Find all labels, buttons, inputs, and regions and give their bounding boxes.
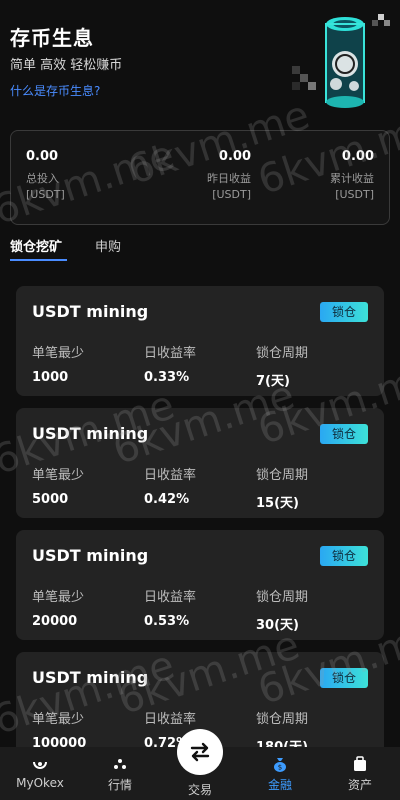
min-amount-label: 单笔最少 — [32, 590, 85, 605]
cumulative-earnings-label: 累计收益 — [330, 172, 374, 185]
lock-period-label: 锁仓周期 — [256, 712, 309, 727]
lock-badge[interactable]: 锁仓 — [320, 302, 368, 322]
total-investment-stat: 0.00 总投入 [USDT] — [26, 149, 65, 201]
product-card[interactable]: USDT mining 锁仓 单笔最少 1000 日收益率 0.33% 锁仓周期… — [16, 286, 384, 396]
product-card[interactable]: USDT mining 锁仓 单笔最少 20000 日收益率 0.53% 锁仓周… — [16, 530, 384, 640]
daily-rate-value: 0.33% — [144, 370, 190, 385]
svg-text:$: $ — [278, 764, 282, 772]
yesterday-earnings-label: 昨日收益 — [207, 172, 251, 185]
nav-label: 行情 — [107, 778, 132, 792]
total-investment-label: 总投入 — [26, 172, 59, 185]
nav-label: 金融 — [267, 778, 292, 792]
lock-period-label: 锁仓周期 — [256, 346, 309, 361]
nav-item-myokex[interactable]: MyOkex — [8, 755, 72, 790]
nav-label: 资产 — [347, 778, 372, 792]
lock-period-label: 锁仓周期 — [256, 590, 309, 605]
product-name: USDT mining — [32, 302, 149, 321]
cumulative-earnings-value: 0.00 — [341, 149, 374, 164]
daily-rate: 日收益率 0.33% — [144, 342, 196, 385]
lock-period-value: 30(天) — [256, 618, 299, 633]
daily-rate-label: 日收益率 — [144, 346, 197, 361]
lock-period: 锁仓周期 7(天) — [256, 342, 308, 389]
daily-rate: 日收益率 0.53% — [144, 586, 196, 629]
tab-subscribe[interactable]: 申购 — [95, 236, 121, 255]
min-amount-label: 单笔最少 — [32, 468, 85, 483]
lock-period: 锁仓周期 15(天) — [256, 464, 308, 511]
market-icon — [114, 759, 126, 769]
product-card[interactable]: USDT mining 锁仓 单笔最少 5000 日收益率 0.42% 锁仓周期… — [16, 408, 384, 518]
header: 存币生息 简单 高效 轻松赚币 什么是存币生息? — [0, 0, 400, 125]
yesterday-earnings-stat: 0.00 昨日收益 [USDT] — [151, 149, 251, 201]
page-subtitle: 简单 高效 轻松赚币 — [10, 58, 123, 73]
cumulative-earnings-stat: 0.00 累计收益 [USDT] — [330, 149, 374, 201]
min-amount: 单笔最少 20000 — [32, 586, 84, 629]
help-link[interactable]: 什么是存币生息? — [10, 82, 100, 99]
daily-rate-label: 日收益率 — [144, 590, 197, 605]
min-amount-value: 20000 — [32, 614, 78, 629]
min-amount-value: 5000 — [32, 492, 69, 507]
lock-period: 锁仓周期 30(天) — [256, 586, 308, 633]
nav-label: MyOkex — [16, 776, 64, 790]
daily-rate-value: 0.53% — [144, 614, 190, 629]
lock-badge[interactable]: 锁仓 — [320, 546, 368, 566]
min-amount-label: 单笔最少 — [32, 346, 85, 361]
daily-rate-value: 0.42% — [144, 492, 190, 507]
min-amount: 单笔最少 100000 — [32, 708, 86, 751]
lock-badge[interactable]: 锁仓 — [320, 668, 368, 688]
daily-rate-label: 日收益率 — [144, 712, 197, 727]
nav-item-market[interactable]: 行情 — [88, 755, 152, 793]
earnings-summary-card: 0.00 总投入 [USDT] 0.00 昨日收益 [USDT] 0.00 累计… — [10, 130, 390, 225]
trade-button[interactable] — [177, 729, 223, 775]
yesterday-earnings-value: 0.00 — [218, 149, 251, 164]
min-amount-label: 单笔最少 — [32, 712, 85, 727]
min-amount: 单笔最少 5000 — [32, 464, 84, 507]
total-investment-unit: [USDT] — [26, 188, 65, 201]
lock-period-label: 锁仓周期 — [256, 468, 309, 483]
hero-coin-jar-illustration — [292, 14, 390, 108]
money-bag-icon: $ — [274, 758, 286, 772]
lock-period-value: 7(天) — [256, 374, 290, 389]
lock-period-value: 15(天) — [256, 496, 299, 511]
min-amount-value: 1000 — [32, 370, 69, 385]
lock-badge[interactable]: 锁仓 — [320, 424, 368, 444]
product-name: USDT mining — [32, 668, 149, 687]
nav-item-finance[interactable]: $ 金融 — [248, 755, 312, 793]
okex-logo-icon — [33, 761, 47, 769]
page-title: 存币生息 — [10, 26, 94, 50]
total-investment-value: 0.00 — [26, 149, 59, 164]
nav-item-assets[interactable]: 资产 — [328, 755, 392, 793]
nav-label-trade: 交易 — [187, 783, 212, 797]
bottom-nav: MyOkex 行情 交易 $ 金融 资产 — [0, 729, 400, 800]
active-tab-indicator — [10, 259, 67, 261]
yesterday-earnings-unit: [USDT] — [212, 188, 251, 201]
swap-arrows-icon — [190, 742, 210, 762]
tab-lock-mining[interactable]: 锁仓挖矿 — [10, 236, 62, 255]
daily-rate-label: 日收益率 — [144, 468, 197, 483]
daily-rate: 日收益率 0.42% — [144, 464, 196, 507]
cumulative-earnings-unit: [USDT] — [335, 188, 374, 201]
product-name: USDT mining — [32, 546, 149, 565]
product-tabs: 锁仓挖矿 申购 — [10, 236, 390, 264]
min-amount: 单笔最少 1000 — [32, 342, 84, 385]
wallet-icon — [354, 756, 366, 771]
product-name: USDT mining — [32, 424, 149, 443]
